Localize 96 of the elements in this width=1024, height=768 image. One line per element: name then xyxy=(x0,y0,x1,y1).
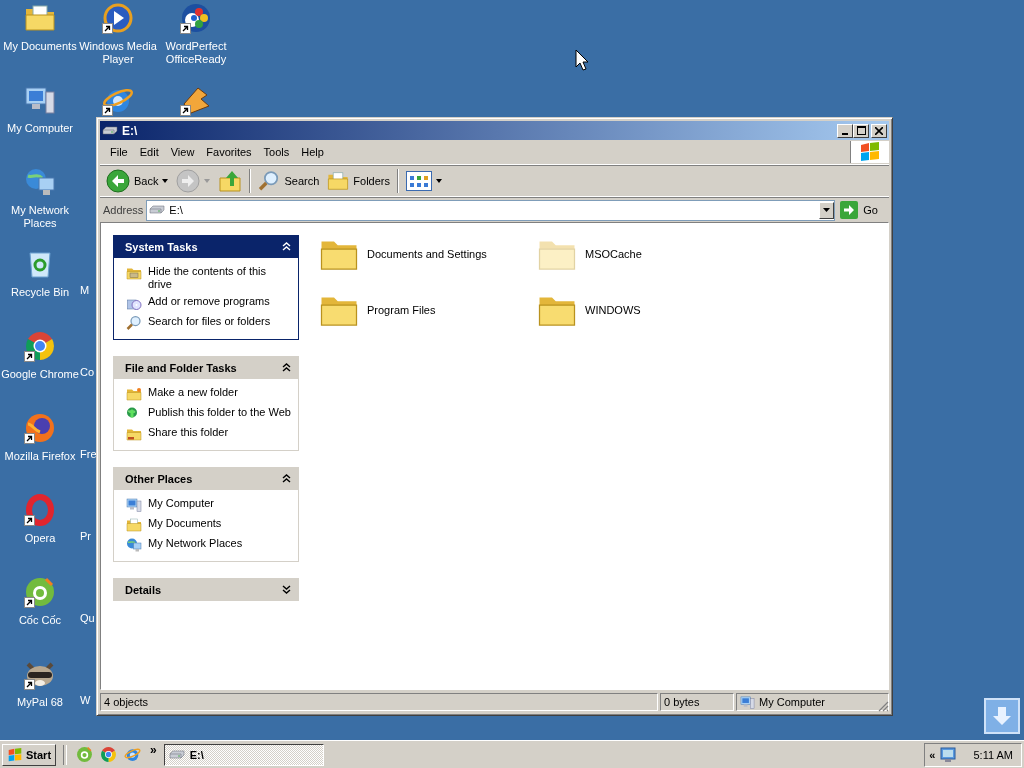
folder-icon xyxy=(327,170,350,192)
desktop-icon-label[interactable]: MyPal 68 xyxy=(17,696,63,709)
desktop-icon-label[interactable]: Cốc Cốc xyxy=(18,614,62,627)
menu-item[interactable]: File xyxy=(104,146,134,158)
views-icon xyxy=(406,171,432,191)
folder-name[interactable]: Program Files xyxy=(367,304,436,316)
flag-icon xyxy=(7,747,23,762)
desktop-icon-label: Qu xyxy=(80,612,95,625)
back-button[interactable]: Back xyxy=(103,167,172,195)
expand-icon xyxy=(282,585,291,594)
desktop-icon-label[interactable]: My Network Places xyxy=(0,204,80,230)
desktop-icon-label[interactable]: WordPerfect OfficeReady xyxy=(156,40,236,66)
minimize-button[interactable] xyxy=(837,123,853,138)
network-icon xyxy=(126,537,142,553)
task-link[interactable]: Publish this folder to the Web xyxy=(148,406,291,419)
address-label: Address xyxy=(103,204,144,216)
task-pane-header[interactable]: System Tasks xyxy=(113,235,299,258)
desktop-icon-label: Co xyxy=(80,366,95,379)
desktop-icon-label[interactable]: My Computer xyxy=(7,122,73,135)
computer-icon xyxy=(24,84,56,116)
status-objects: 4 objects xyxy=(100,693,658,711)
folder-icon xyxy=(24,2,56,34)
task-link[interactable]: Make a new folder xyxy=(148,386,238,399)
task-pane-header[interactable]: Details xyxy=(113,578,299,601)
caret-icon xyxy=(204,179,211,183)
desktop-icon-label[interactable]: Mozilla Firefox xyxy=(4,450,76,463)
menu-item[interactable]: Tools xyxy=(257,146,296,158)
task-link[interactable]: My Documents xyxy=(148,517,222,530)
folder-icon xyxy=(126,386,142,402)
menu-item[interactable]: Help xyxy=(295,146,330,158)
status-zone: My Computer xyxy=(759,696,826,708)
desktop-icon-label: Pr xyxy=(80,530,91,543)
dropdown-button[interactable] xyxy=(819,201,835,219)
globe-orbit-icon xyxy=(124,746,142,763)
desktop-icon-label: Fre xyxy=(80,448,97,461)
task-link[interactable]: Add or remove programs xyxy=(148,295,270,308)
taskbar-button[interactable]: E:\ xyxy=(163,743,324,766)
collapse-icon xyxy=(282,242,291,251)
desktop-icon-label[interactable]: Windows Media Player xyxy=(78,40,158,66)
task-link[interactable]: Search for files or folders xyxy=(148,315,271,328)
task-pane-header[interactable]: Other Places xyxy=(113,467,299,490)
task-link[interactable]: My Computer xyxy=(148,497,215,510)
search-button[interactable]: Search xyxy=(255,168,323,194)
folder-name[interactable]: Documents and Settings xyxy=(367,248,487,260)
collapse-icon xyxy=(282,474,291,483)
folder-up-icon xyxy=(218,169,243,193)
maximize-button[interactable] xyxy=(853,123,869,138)
status-size: 0 bytes xyxy=(660,693,734,711)
clock: 5:11 AM xyxy=(973,748,1013,761)
computer-icon xyxy=(126,497,142,513)
menu-item[interactable]: Edit xyxy=(133,146,165,158)
close-icon xyxy=(875,126,883,135)
flag-icon xyxy=(859,142,881,162)
window-title: E:\ xyxy=(122,123,138,138)
task-link[interactable]: Share this folder xyxy=(148,426,229,439)
task-link[interactable]: My Network Places xyxy=(148,537,243,550)
task-pane-header[interactable]: File and Folder Tasks xyxy=(113,356,299,379)
ring-icon xyxy=(100,746,118,763)
folders-button[interactable]: Folders xyxy=(324,168,393,194)
go-button[interactable]: Go xyxy=(838,201,886,219)
collapse-icon xyxy=(282,363,291,372)
tray-chevron[interactable]: « xyxy=(929,748,936,761)
caret-icon xyxy=(436,179,442,183)
search-icon xyxy=(258,170,281,192)
minimize-icon xyxy=(842,132,848,135)
computer-icon xyxy=(740,694,755,710)
menu-item[interactable]: Favorites xyxy=(200,146,258,158)
close-button[interactable] xyxy=(871,123,887,138)
folder-icon xyxy=(126,517,142,533)
resize-grip-icon[interactable] xyxy=(877,700,889,712)
network-icon[interactable] xyxy=(940,746,957,763)
folder-name[interactable]: WINDOWS xyxy=(585,304,641,316)
address-field[interactable]: E:\ xyxy=(146,199,836,221)
views-button[interactable] xyxy=(403,169,445,193)
caret-icon xyxy=(823,208,831,212)
desktop-icon-label: W xyxy=(80,694,91,707)
ring-icon xyxy=(24,494,56,526)
network-icon xyxy=(24,166,56,198)
folder-name[interactable]: MSOCache xyxy=(585,248,642,260)
start-button[interactable]: Start xyxy=(2,743,57,766)
mouse-cursor-icon xyxy=(575,49,589,71)
desktop-icon-label[interactable]: Opera xyxy=(24,532,56,545)
quick-launch-chevron[interactable]: » xyxy=(150,743,157,757)
task-link[interactable]: Hide the contents of this drive xyxy=(148,265,292,291)
search-icon xyxy=(126,315,142,331)
desktop-icon-label[interactable]: Google Chrome xyxy=(1,368,79,381)
maximize-icon xyxy=(856,126,866,135)
desktop-icon-label: M xyxy=(80,284,90,297)
desktop-icon-label[interactable]: Recycle Bin xyxy=(10,286,70,299)
ring-icon xyxy=(76,746,94,763)
arrow-down-button[interactable] xyxy=(984,698,1020,734)
quick-launch-button[interactable] xyxy=(122,746,144,763)
menu-item[interactable]: View xyxy=(164,146,201,158)
desktop-icon-label[interactable]: My Documents xyxy=(3,40,77,53)
caret-icon xyxy=(162,179,169,183)
arrow-down-icon xyxy=(991,705,1013,727)
